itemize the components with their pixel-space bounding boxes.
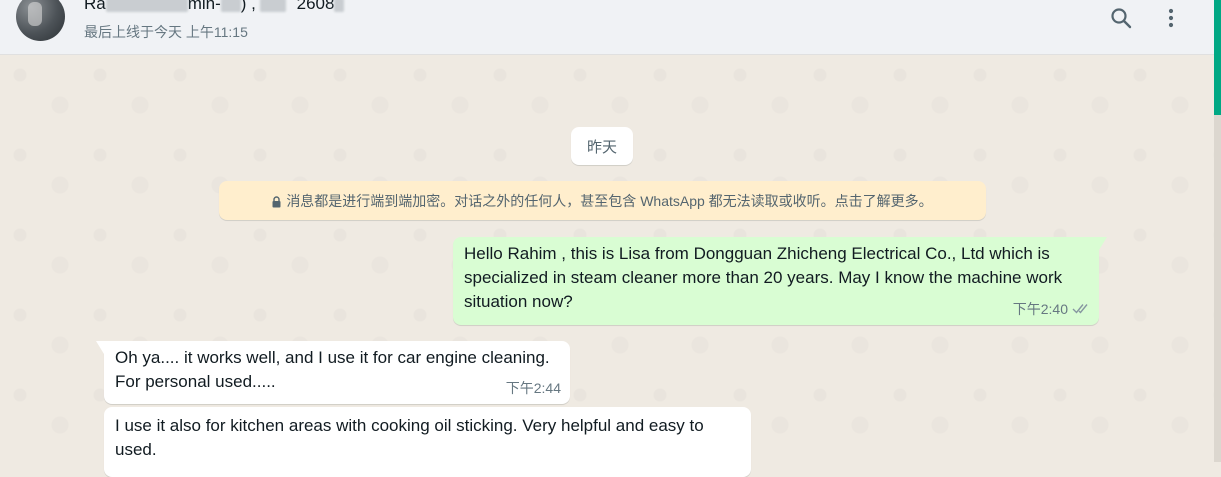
encryption-notice[interactable]: 消息都是进行端到端加密。对话之外的任何人，甚至包含 WhatsApp 都无法读取… xyxy=(219,181,986,220)
redacted-block xyxy=(220,0,241,12)
message-text: Hello Rahim , this is Lisa from Dongguan… xyxy=(464,242,1062,314)
last-seen-status: 最后上线于今天 上午11:15 xyxy=(84,24,248,40)
message-line: I use it also for kitchen areas with coo… xyxy=(115,416,704,435)
chat-area[interactable]: 昨天 消息都是进行端到端加密。对话之外的任何人，甚至包含 WhatsApp 都无… xyxy=(0,55,1214,477)
contact-name-part: ) , xyxy=(240,0,256,13)
date-separator: 昨天 xyxy=(571,127,633,165)
contact-avatar[interactable] xyxy=(16,0,65,41)
message-text: Oh ya.... it works well, and I use it fo… xyxy=(115,346,550,394)
message-line: Hello Rahim , this is Lisa from Dongguan… xyxy=(464,244,1050,263)
message-text: I use it also for kitchen areas with coo… xyxy=(115,414,704,462)
message-bubble-outgoing[interactable]: Hello Rahim , this is Lisa from Dongguan… xyxy=(453,237,1107,325)
redacted-block xyxy=(334,0,345,12)
message-time: 下午2:44 xyxy=(505,380,561,396)
message-line: Oh ya.... it works well, and I use it fo… xyxy=(115,348,550,367)
message-meta: 下午2:44 xyxy=(506,376,561,400)
redacted-block xyxy=(105,0,188,12)
bubble-tail xyxy=(96,341,104,354)
more-vertical-icon[interactable] xyxy=(1157,4,1185,32)
double-check-icon xyxy=(1072,297,1090,321)
search-icon[interactable] xyxy=(1107,4,1135,32)
message-bubble-incoming[interactable]: Oh ya.... it works well, and I use it fo… xyxy=(96,341,570,404)
encryption-notice-text: 消息都是进行端到端加密。对话之外的任何人，甚至包含 WhatsApp 都无法读取… xyxy=(286,192,933,209)
message-line: situation now? xyxy=(464,292,573,311)
contact-name-part: 2608 xyxy=(296,0,335,13)
scrollbar-accent xyxy=(1214,0,1221,115)
bubble-tail xyxy=(1099,237,1107,250)
message-line: For personal used..... xyxy=(115,372,276,391)
message-meta: 下午2:40 xyxy=(1013,297,1090,321)
lock-icon xyxy=(272,195,281,207)
redacted-block xyxy=(259,0,286,12)
message-bubble-incoming[interactable]: I use it also for kitchen areas with coo… xyxy=(104,407,751,477)
contact-name-part: min- xyxy=(187,0,221,13)
chat-header[interactable]: Ra min- ) , 2608 最后上线于今天 上午11:15 xyxy=(0,0,1214,55)
scrollbar-track[interactable] xyxy=(1214,115,1221,462)
message-time: 下午2:40 xyxy=(1012,301,1068,317)
message-line: specialized in steam cleaner more than 2… xyxy=(464,268,1063,287)
contact-name[interactable]: Ra min- ) , 2608 xyxy=(84,0,345,14)
date-separator-label: 昨天 xyxy=(586,138,617,156)
contact-name-part: Ra xyxy=(84,0,106,13)
message-line: used. xyxy=(115,440,157,459)
